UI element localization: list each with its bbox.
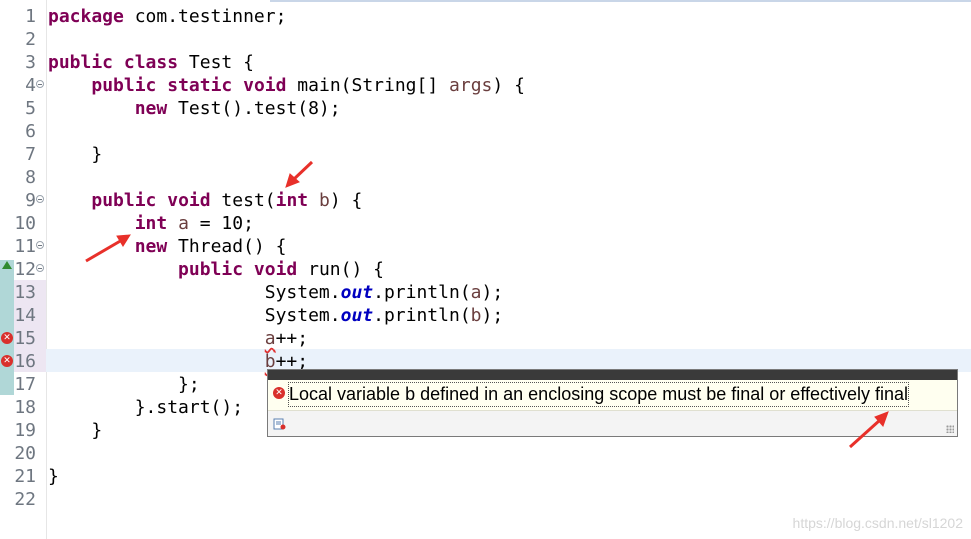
code-text[interactable]: public void run() {: [48, 258, 384, 281]
line-number: 3: [25, 52, 36, 73]
code-text[interactable]: public class Test {: [48, 51, 254, 74]
line-number: 17: [14, 374, 36, 395]
code-line[interactable]: 7 }: [0, 143, 971, 166]
line-number: 7: [25, 144, 36, 165]
line-number: 5: [25, 98, 36, 119]
code-line[interactable]: 9 public void test(int b) {: [0, 189, 971, 212]
code-line[interactable]: 5 new Test().test(8);: [0, 97, 971, 120]
line-number: 14: [14, 305, 36, 326]
editor-top-border: [270, 0, 971, 2]
code-text[interactable]: new Test().test(8);: [48, 97, 341, 120]
code-text[interactable]: package com.testinner;: [48, 5, 286, 28]
error-icon: ✕: [273, 387, 285, 399]
line-number: 21: [14, 466, 36, 487]
code-line[interactable]: 21}: [0, 465, 971, 488]
line-number: 4: [25, 75, 36, 96]
line-number: 1: [25, 6, 36, 27]
tooltip-toolbar: [268, 411, 957, 436]
code-line[interactable]: 1 package com.testinner;: [0, 5, 971, 28]
line-number: 12: [14, 259, 36, 280]
code-text[interactable]: public void test(int b) {: [48, 189, 362, 212]
code-line[interactable]: 22: [0, 488, 971, 511]
resize-grip[interactable]: [946, 425, 954, 433]
code-text[interactable]: System.out.println(b);: [48, 304, 503, 327]
line-number: 15: [14, 328, 36, 349]
error-marker-icon[interactable]: ✕: [1, 332, 13, 344]
line-number: 8: [25, 167, 36, 188]
code-text[interactable]: System.out.println(a);: [48, 281, 503, 304]
line-number: 13: [14, 282, 36, 303]
code-text[interactable]: int a = 10;: [48, 212, 254, 235]
code-text[interactable]: }.start();: [48, 396, 243, 419]
code-line[interactable]: 12 public void run() {: [0, 258, 971, 281]
fold-toggle-icon[interactable]: [36, 195, 44, 203]
watermark: https://blog.csdn.net/sl1202: [792, 515, 963, 531]
line-number: 19: [14, 420, 36, 441]
fold-toggle-icon[interactable]: [36, 241, 44, 249]
code-line[interactable]: 3 public class Test {: [0, 51, 971, 74]
code-line[interactable]: 15 ✕ a++;: [0, 327, 971, 350]
code-text[interactable]: }: [48, 419, 102, 442]
code-line[interactable]: 4 public static void main(String[] args)…: [0, 74, 971, 97]
line-number: 22: [14, 489, 36, 510]
code-editor[interactable]: 1 package com.testinner; 2 3 public class Te…: [0, 0, 971, 539]
error-marker-icon[interactable]: ✕: [1, 355, 13, 367]
code-line[interactable]: 13 System.out.println(a);: [0, 281, 971, 304]
error-hover-tooltip[interactable]: ✕ Local variable b defined in an enclosi…: [267, 369, 958, 437]
code-line[interactable]: 14 System.out.println(b);: [0, 304, 971, 327]
code-text[interactable]: }: [48, 143, 102, 166]
fold-toggle-icon[interactable]: [36, 80, 44, 88]
fold-toggle-icon[interactable]: [36, 264, 44, 272]
line-number: 20: [14, 443, 36, 464]
error-message: Local variable b defined in an enclosing…: [288, 382, 910, 407]
code-line[interactable]: 10 int a = 10;: [0, 212, 971, 235]
line-number: 11: [14, 236, 36, 257]
tooltip-title-bar[interactable]: [268, 370, 957, 380]
line-number: 16: [14, 351, 36, 372]
code-line[interactable]: 20: [0, 442, 971, 465]
line-number: 2: [25, 29, 36, 50]
code-text[interactable]: public static void main(String[] args) {: [48, 74, 525, 97]
quick-fix-icon[interactable]: [273, 417, 286, 430]
code-text[interactable]: new Thread() {: [48, 235, 287, 258]
code-line[interactable]: 2: [0, 28, 971, 51]
line-number: 6: [25, 121, 36, 142]
code-text[interactable]: a++;: [48, 327, 308, 350]
code-text[interactable]: }: [48, 465, 59, 488]
line-number: 18: [14, 397, 36, 418]
line-number: 10: [14, 213, 36, 234]
code-line[interactable]: 8: [0, 166, 971, 189]
line-number: 9: [25, 190, 36, 211]
code-text[interactable]: };: [48, 373, 200, 396]
code-line[interactable]: 11 new Thread() {: [0, 235, 971, 258]
code-line[interactable]: 6: [0, 120, 971, 143]
